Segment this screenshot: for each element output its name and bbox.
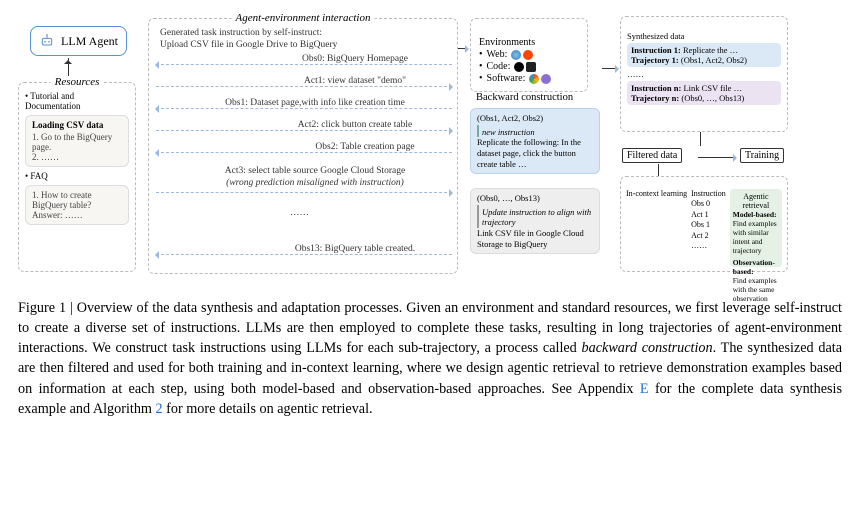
arrow-obs2 <box>156 152 452 153</box>
res-faq-a: Answer: …… <box>32 210 122 220</box>
icl-r1b: Find examples with similar intent and tr… <box>733 219 779 255</box>
res-faq-q: 1. How to create BigQuery table? <box>32 190 122 210</box>
backward-card-2: (Obs0, …, Obs13) Update instruction to a… <box>470 188 600 254</box>
bwd2-body: Link CSV file in Google Cloud Storage to… <box>477 228 593 249</box>
resources-title: Resources <box>51 76 104 88</box>
icl-r1t: Model-based: <box>733 210 779 219</box>
synth-title: Synthesized data <box>627 31 781 41</box>
res-item-tutorial: • Tutorial and Documentation <box>25 91 129 111</box>
bwd2-traj: (Obs0, …, Obs13) <box>477 193 593 204</box>
arrow-obs0 <box>156 64 452 65</box>
icl-panel: In-context learning Instruction Obs 0 Ac… <box>620 176 788 272</box>
llm-agent-label: LLM Agent <box>61 34 118 49</box>
terminal-icon <box>526 62 536 72</box>
arrow-act1 <box>156 86 452 87</box>
reddit-icon <box>523 50 533 60</box>
res-loading: Loading CSV data <box>32 120 122 130</box>
synth-rown: Instruction n: Link CSV file … Trajector… <box>627 81 781 105</box>
env-code-row: • Code: <box>479 61 579 72</box>
env-soft-row: • Software: <box>479 73 579 84</box>
backward-card-1: (Obs1, Act2, Obs2) new instruction Repli… <box>470 108 600 174</box>
resources-panel: Resources • Tutorial and Documentation L… <box>18 82 136 272</box>
arrow-synth-down <box>700 132 701 146</box>
synth-row1: Instruction 1: Replicate the … Trajector… <box>627 43 781 67</box>
arrow-bwd-to-synth <box>602 68 618 69</box>
icl-col-r: Agentic retrieval <box>733 192 779 210</box>
interaction-title: Agent-environment interaction <box>232 12 375 24</box>
res-faq-card: 1. How to create BigQuery table? Answer:… <box>25 185 129 225</box>
caption-body4: for more details on agentic retrieval. <box>163 401 373 417</box>
act2: Act2: click button create table <box>210 120 500 130</box>
env-web-row: • Web: <box>479 49 579 60</box>
environments-panel: Environments • Web: • Code: • Software: <box>470 18 588 92</box>
icl-title: In-context learning <box>626 189 687 267</box>
arrow-filtered-down <box>658 164 659 176</box>
caption-bwd: backward construction <box>582 340 713 356</box>
figure-caption: Figure 1 | Overview of the data synthesi… <box>18 298 842 419</box>
arrow-obs1 <box>156 108 452 109</box>
app-icon <box>541 74 551 84</box>
res-tutorial-card: Loading CSV data 1. Go to the BigQuery p… <box>25 115 129 167</box>
arrow-act3 <box>156 192 452 193</box>
arrow-interact-to-env <box>458 48 468 49</box>
github-icon <box>514 62 524 72</box>
bwd1-traj: (Obs1, Act2, Obs2) <box>477 113 593 124</box>
res-step1: 1. Go to the BigQuery page. <box>32 132 122 152</box>
caption-lead: Figure 1 | Overview of the data synthesi… <box>18 300 402 316</box>
filtered-data-box: Filtered data <box>622 148 682 163</box>
icl-l3: Obs 1 <box>691 220 726 230</box>
bwd1-body: Replicate the following: In the dataset … <box>477 137 593 169</box>
obs2: Obs2: Table creation page <box>220 142 510 152</box>
arrow-filtered-training <box>698 157 736 158</box>
obs1: Obs1: Dataset page,with info like creati… <box>170 98 460 108</box>
synth-panel: Synthesized data Instruction 1: Replicat… <box>620 16 788 132</box>
arrow-res-to-agent-head <box>64 56 72 64</box>
globe-icon <box>511 50 521 60</box>
res-item-faq: • FAQ <box>25 171 129 181</box>
icl-l4: Act 2 <box>691 231 726 241</box>
algorithm-link[interactable]: 2 <box>156 401 163 417</box>
appendix-link[interactable]: E <box>640 381 649 397</box>
icl-col-l: Instruction <box>691 189 726 199</box>
robot-icon <box>39 33 55 49</box>
gen-line1: Generated task instruction by self-instr… <box>160 28 450 38</box>
backward-label: Backward construction <box>476 92 573 103</box>
arrow-act2 <box>156 130 452 131</box>
env-title: Environments <box>479 37 579 48</box>
icl-l1: Obs 0 <box>691 199 726 209</box>
llm-agent-box: LLM Agent <box>30 26 127 56</box>
synth-dots: …… <box>627 69 781 79</box>
res-step2: 2. …… <box>32 152 122 162</box>
icl-left-col: Instruction Obs 0 Act 1 Obs 1 Act 2 …… <box>691 189 726 267</box>
gcloud-icon <box>529 74 539 84</box>
icl-l5: …… <box>691 241 726 251</box>
act3b: (wrong prediction misaligned with instru… <box>170 178 460 188</box>
icl-right-col: Agentic retrieval Model-based: Find exam… <box>730 189 782 267</box>
icl-r2t: Observation-based: <box>733 258 779 276</box>
bwd2-new: Update instruction to align with traject… <box>477 205 593 228</box>
obs13: Obs13: BigQuery table created. <box>210 244 500 254</box>
icl-l2: Act 1 <box>691 210 726 220</box>
obs0: Obs0: BigQuery Homepage <box>210 54 500 64</box>
act3a: Act3: select table source Google Cloud S… <box>170 166 460 176</box>
bwd1-new: new instruction <box>477 125 593 138</box>
training-box: Training <box>740 148 784 163</box>
arrow-obs13 <box>156 254 452 255</box>
gen-line2: Upload CSV file in Google Drive to BigQu… <box>160 40 450 50</box>
act1: Act1: view dataset "demo" <box>210 76 500 86</box>
